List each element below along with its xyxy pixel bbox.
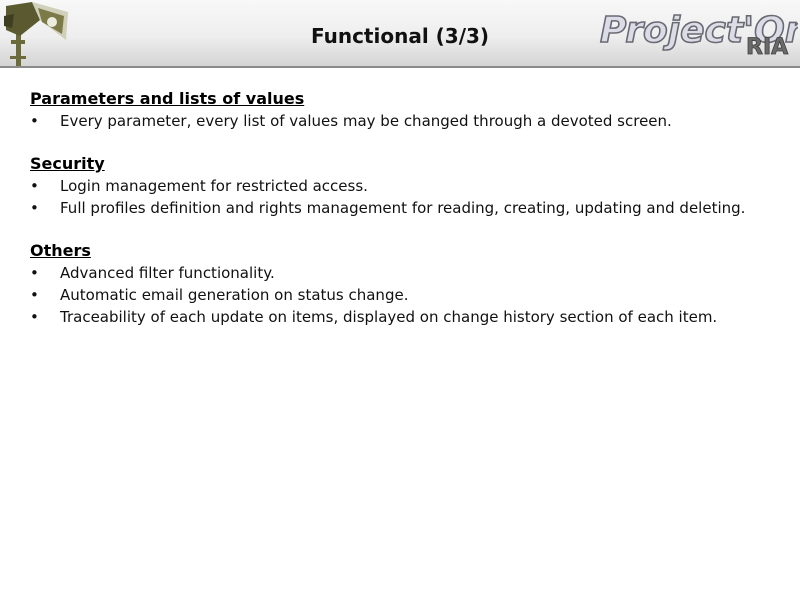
logo-subtext: RIA bbox=[746, 35, 788, 60]
bullet-icon: • bbox=[30, 177, 39, 195]
list-item-text: Login management for restricted access. bbox=[60, 177, 368, 195]
bullet-icon: • bbox=[30, 308, 39, 326]
bullet-icon: • bbox=[30, 264, 39, 282]
section-others: Others • Advanced filter functionality. … bbox=[30, 240, 770, 327]
section-security: Security • Login management for restrict… bbox=[30, 153, 770, 218]
section-title: Parameters and lists of values bbox=[30, 89, 305, 108]
list-item: • Every parameter, every list of values … bbox=[30, 112, 770, 131]
list-item: • Traceability of each update on items, … bbox=[30, 308, 770, 327]
list-item: • Automatic email generation on status c… bbox=[30, 286, 770, 305]
bullet-icon: • bbox=[30, 286, 39, 304]
list-item-text: Traceability of each update on items, di… bbox=[60, 308, 718, 326]
bullet-list: • Advanced filter functionality. • Autom… bbox=[30, 264, 770, 327]
projector-brand-logo: Project'Or RIA bbox=[599, 9, 798, 60]
section-title: Others bbox=[30, 241, 91, 260]
list-item-text: Every parameter, every list of values ma… bbox=[60, 112, 672, 130]
list-item: • Login management for restricted access… bbox=[30, 177, 770, 196]
bullet-list: • Every parameter, every list of values … bbox=[30, 112, 770, 131]
bullet-icon: • bbox=[30, 112, 39, 130]
bullet-icon: • bbox=[30, 199, 39, 217]
list-item: • Full profiles definition and rights ma… bbox=[30, 199, 770, 218]
slide-header: Functional (3/3) Project'Or RIA bbox=[0, 0, 800, 68]
bullet-list: • Login management for restricted access… bbox=[30, 177, 770, 218]
slide-content: Parameters and lists of values • Every p… bbox=[30, 88, 770, 349]
section-title: Security bbox=[30, 154, 105, 173]
list-item-text: Automatic email generation on status cha… bbox=[60, 286, 409, 304]
list-item: • Advanced filter functionality. bbox=[30, 264, 770, 283]
list-item-text: Advanced filter functionality. bbox=[60, 264, 275, 282]
section-parameters: Parameters and lists of values • Every p… bbox=[30, 88, 770, 131]
list-item-text: Full profiles definition and rights mana… bbox=[60, 199, 746, 217]
